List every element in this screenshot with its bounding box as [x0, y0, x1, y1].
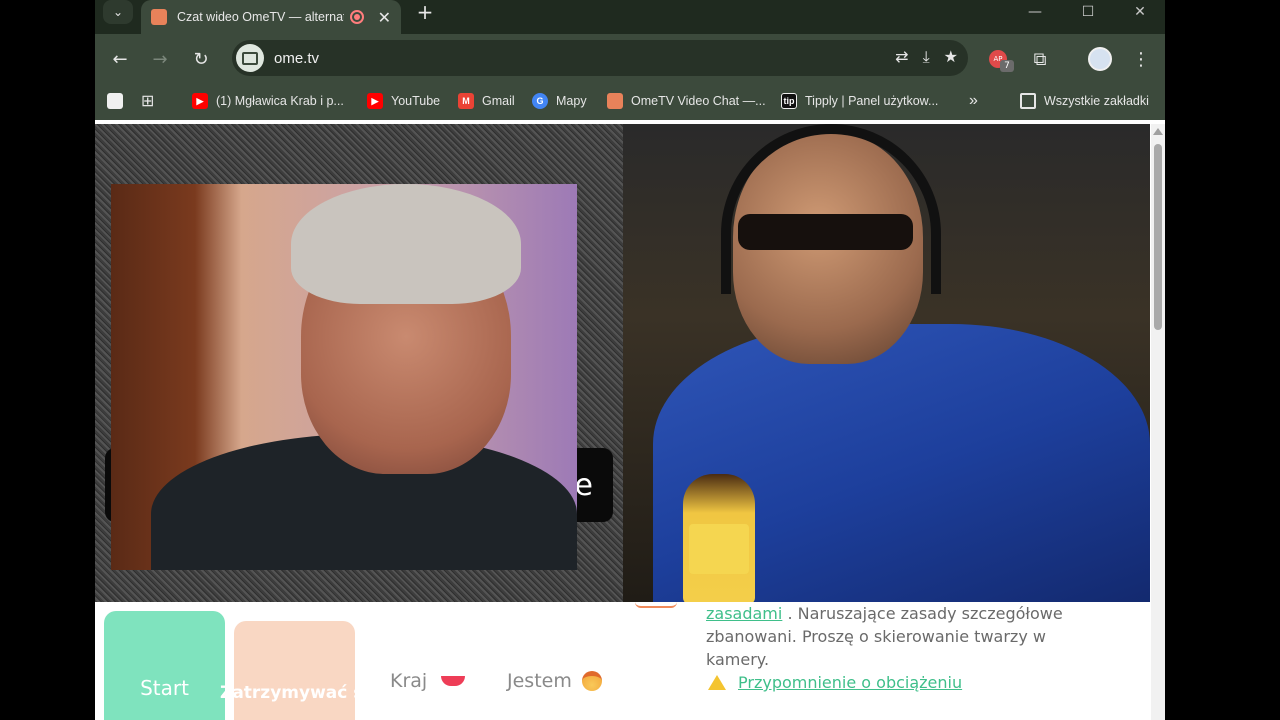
youtube-icon: ▶: [192, 93, 208, 109]
folder-icon: [1020, 93, 1036, 109]
all-bookmarks-button[interactable]: Wszystkie zakładki: [1020, 92, 1149, 110]
new-tab-button[interactable]: +: [413, 0, 437, 24]
site-info-icon[interactable]: [236, 44, 264, 72]
bookmark-star-icon[interactable]: ★: [944, 47, 958, 67]
country-filter[interactable]: Kraj: [390, 670, 466, 692]
stop-button[interactable]: Zatrzymywać się: [220, 621, 381, 720]
bookmarks-bar: ⊞ ▶ (1) Mgławica Krab i p... ▶ YouTube M…: [95, 82, 1165, 120]
person-emoji-icon: [581, 671, 602, 691]
reload-button[interactable]: ↻: [188, 46, 214, 72]
rules-link[interactable]: zasadami: [706, 604, 782, 623]
gender-filter[interactable]: Jestem: [507, 670, 602, 692]
remote-video: [623, 124, 1150, 602]
scroll-thumb[interactable]: [1154, 144, 1162, 330]
bookmark-item[interactable]: ▶ YouTube: [367, 92, 440, 110]
profile-avatar[interactable]: [1088, 47, 1112, 71]
address-bar[interactable]: ome.tv ⇄ ⤓ ★: [232, 40, 968, 76]
bookmark-item[interactable]: ▶ (1) Mgławica Krab i p...: [192, 92, 344, 110]
bookmark-item[interactable]: OmeTV Video Chat —...: [607, 92, 766, 110]
scroll-up-arrow-icon[interactable]: [1153, 128, 1163, 135]
close-window-button[interactable]: ✕: [1115, 0, 1165, 24]
back-button[interactable]: ←: [107, 46, 133, 72]
url-text[interactable]: ome.tv: [274, 50, 319, 67]
reminder-link[interactable]: Przypomnienie o obciążeniu: [738, 673, 962, 692]
ometv-favicon-icon: [151, 9, 167, 25]
extension-count-badge: 7: [1000, 60, 1014, 72]
tab-search-button[interactable]: ⌄: [103, 0, 133, 24]
menu-kebab-icon[interactable]: ⋮: [1128, 46, 1154, 72]
bookmark-item[interactable]: G Mapy: [532, 92, 587, 110]
page-scrollbar[interactable]: [1151, 124, 1165, 720]
tipply-icon: tip: [781, 93, 797, 109]
active-tab[interactable]: Czat wideo OmeTV — alternat ✕: [141, 0, 401, 34]
recording-icon: [349, 10, 364, 24]
ometv-icon: [607, 93, 623, 109]
minimize-button[interactable]: —: [1010, 0, 1060, 24]
local-video: e: [95, 124, 623, 602]
google-icon: G: [532, 93, 548, 109]
control-panel: Start Zatrzymywać się Kraj Jestem zasada…: [95, 602, 1165, 720]
tab-title: Czat wideo OmeTV — alternat: [177, 10, 344, 24]
page-content: e Start Zatrzymywać się Kraj Jestem zasa…: [95, 124, 1165, 720]
tab-close-icon[interactable]: ✕: [378, 8, 391, 27]
forward-button[interactable]: →: [147, 46, 173, 72]
rules-notice: zasadami . Naruszające zasady szczegółow…: [706, 602, 1066, 671]
show-apps-icon[interactable]: [107, 92, 131, 110]
local-camera-image: [111, 184, 577, 570]
report-icon[interactable]: [635, 598, 677, 608]
apps-grid-icon[interactable]: ⊞: [141, 92, 154, 110]
install-app-icon[interactable]: ⤓: [923, 47, 930, 67]
tab-strip: ⌄ Czat wideo OmeTV — alternat ✕ + — ☐ ✕: [95, 0, 1165, 34]
bookmarks-overflow-button[interactable]: »: [969, 92, 978, 110]
extensions-puzzle-icon[interactable]: ⧉: [1027, 46, 1053, 72]
maximize-button[interactable]: ☐: [1063, 0, 1113, 24]
country-flag-icon: [441, 676, 466, 686]
bookmark-item[interactable]: M Gmail: [458, 92, 515, 110]
bookmark-item[interactable]: tip Tipply | Panel użytkow...: [781, 92, 938, 110]
translate-icon[interactable]: ⇄: [895, 47, 908, 67]
reminder[interactable]: Przypomnienie o obciążeniu: [708, 673, 962, 692]
warning-icon: [708, 675, 726, 690]
browser-toolbar: ← → ↻ ome.tv ⇄ ⤓ ★ AP 7 ⧉ ⋮: [95, 34, 1165, 82]
gmail-icon: M: [458, 93, 474, 109]
browser-window: ⌄ Czat wideo OmeTV — alternat ✕ + — ☐ ✕ …: [95, 0, 1165, 720]
start-button[interactable]: Start: [104, 611, 225, 720]
youtube-icon: ▶: [367, 93, 383, 109]
